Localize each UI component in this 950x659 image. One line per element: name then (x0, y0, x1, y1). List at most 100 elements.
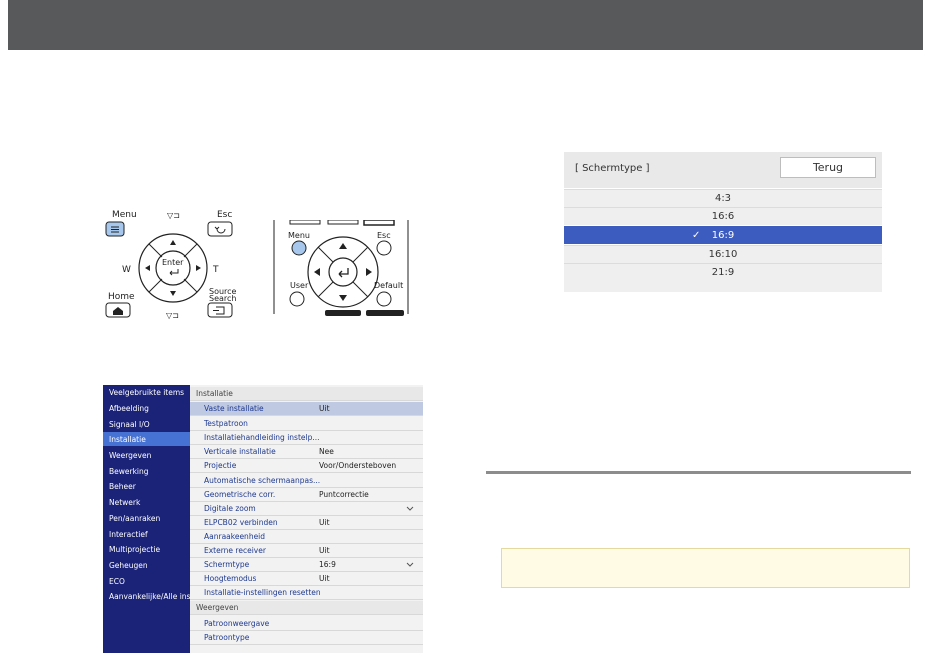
setting-row-projection[interactable]: Projectie Voor/Ondersteboven (190, 459, 423, 473)
setting-label: Verticale installatie (204, 447, 276, 456)
setting-row-reset-installation[interactable]: Installatie-instellingen resetten (190, 586, 423, 600)
setting-value: Uit (319, 518, 330, 527)
setting-value: Puntcorrectie (319, 490, 369, 499)
setting-label: Vaste installatie (204, 404, 264, 413)
remote-control-illustration: Menu Esc ▽⊐ Enter W T Home Source Search… (105, 210, 237, 320)
setting-value: Voor/Ondersteboven (319, 461, 397, 470)
menu-category-image[interactable]: Afbeelding (109, 404, 149, 413)
setting-value: Uit (319, 574, 330, 583)
screen-type-dialog: [ Schermtype ] Terug 4:3 16:6 ✓ 16:9 16:1… (564, 152, 882, 292)
menu-category-frequently-used[interactable]: Veelgebruikte items (109, 388, 184, 397)
setting-label: Aanraakeenheid (204, 532, 266, 541)
dialog-title: [ Schermtype ] (575, 163, 650, 174)
remote-esc-label: Esc (217, 210, 232, 220)
zoom-t-label: T (212, 265, 219, 275)
page-header-bar (8, 0, 923, 50)
menu-category-installation[interactable]: Installatie (109, 435, 146, 444)
menu-category-initial-all-settings[interactable]: Aanvankelijke/Alle inst... (109, 592, 201, 601)
source-label-2: Search (209, 294, 236, 303)
screen-type-option-16-9[interactable]: ✓ 16:9 (564, 226, 882, 244)
section-title: Installatie (196, 389, 233, 398)
setting-label: ELPCB02 verbinden (204, 518, 278, 527)
setting-value: 16:9 (319, 560, 336, 569)
menu-category-management[interactable]: Beheer (109, 482, 136, 491)
setting-label: Testpatroon (204, 419, 248, 428)
screen-type-option-21-9[interactable]: 21:9 (564, 263, 882, 281)
menu-category-network[interactable]: Netwerk (109, 498, 140, 507)
remote2-default-label: Default (374, 281, 403, 290)
section-divider (486, 471, 911, 474)
keystone-down-icon: ▽⊐ (166, 311, 179, 320)
menu-category-list: Veelgebruikte items Afbeelding Signaal I… (103, 385, 201, 653)
option-label: 16:9 (711, 230, 735, 241)
setting-row-cutoff[interactable] (190, 645, 423, 653)
screen-type-option-16-6[interactable]: 16:6 (564, 207, 882, 225)
menu-category-display[interactable]: Weergeven (109, 451, 151, 460)
setting-row-pattern-display[interactable]: Patroonweergave (190, 617, 423, 631)
option-label: 21:9 (711, 267, 735, 278)
setting-label: Installatie-instellingen resetten (204, 588, 321, 597)
remote2-default-button (376, 291, 392, 307)
setting-row-installation-guide[interactable]: Installatiehandleiding instelp... (190, 431, 423, 445)
setting-label: Externe receiver (204, 546, 266, 555)
setting-row-screen-type[interactable]: Schermtype 16:9 (190, 558, 423, 572)
source-search-button (207, 302, 233, 318)
remote2-user-label: User (290, 281, 309, 290)
note-box (501, 548, 910, 588)
screen-type-option-16-10[interactable]: 16:10 (564, 245, 882, 263)
remote2-menu-button (291, 240, 307, 256)
menu-category-operation[interactable]: Bewerking (109, 467, 149, 476)
dialog-header: [ Schermtype ] Terug (564, 152, 882, 188)
remote2-enter-button (328, 257, 358, 287)
setting-row-auto-screen-fit[interactable]: Automatische schermaanpas... (190, 474, 423, 488)
setting-row-pattern-type[interactable]: Patroontype (190, 631, 423, 645)
setting-label: Installatiehandleiding instelp... (204, 433, 320, 442)
setting-row-digital-zoom[interactable]: Digitale zoom (190, 502, 423, 516)
checkmark-icon: ✓ (692, 230, 701, 241)
setting-row-geometric-correction[interactable]: Geometrische corr. Puntcorrectie (190, 488, 423, 502)
setting-row-external-receiver[interactable]: Externe receiver Uit (190, 544, 423, 558)
menu-category-eco[interactable]: ECO (109, 577, 125, 586)
home-label: Home (108, 292, 135, 302)
menu-category-interactive[interactable]: Interactief (109, 530, 148, 539)
setting-value: Uit (319, 546, 330, 555)
setting-label: Patroonweergave (204, 619, 270, 628)
section-header-display: Weergeven (190, 601, 423, 615)
setting-row-touch-unit[interactable]: Aanraakeenheid (190, 530, 423, 544)
setting-label: Geometrische corr. (204, 490, 276, 499)
remote2-esc-button (376, 240, 392, 256)
esc-button (207, 221, 233, 237)
section-header-installation: Installatie (190, 387, 423, 401)
setting-label: Automatische schermaanpas... (204, 476, 321, 485)
setting-label: Hoogtemodus (204, 574, 257, 583)
setting-row-test-pattern[interactable]: Testpatroon (190, 417, 423, 431)
enter-label: Enter (162, 258, 184, 267)
menu-settings-list: Installatie Vaste installatie Uit Testpat… (190, 385, 423, 653)
screen-type-option-4-3[interactable]: 4:3 (564, 189, 882, 207)
keystone-up-icon: ▽⊐ (167, 211, 180, 220)
option-label: 4:3 (714, 193, 732, 204)
setting-row-elpcb02-connect[interactable]: ELPCB02 verbinden Uit (190, 516, 423, 530)
remote2-user-button (289, 291, 305, 307)
setting-label: Patroontype (204, 633, 250, 642)
setting-label: Projectie (204, 461, 237, 470)
remote2-menu-label: Menu (288, 231, 310, 240)
projector-settings-menu: Veelgebruikte items Afbeelding Signaal I… (103, 385, 423, 653)
setting-row-vertical-installation[interactable]: Verticale installatie Nee (190, 445, 423, 459)
dialog-footer (564, 280, 882, 292)
menu-category-multi-projection[interactable]: Multiprojectie (109, 545, 160, 554)
option-label: 16:6 (711, 211, 735, 222)
setting-row-fixed-installation[interactable]: Vaste installatie Uit (190, 402, 423, 416)
setting-row-altitude-mode[interactable]: Hoogtemodus Uit (190, 572, 423, 586)
zoom-w-label: W (122, 265, 131, 275)
menu-category-signal-io[interactable]: Signaal I/O (109, 420, 150, 429)
setting-label: Schermtype (204, 560, 250, 569)
option-label: 16:10 (708, 249, 738, 260)
setting-value: Nee (319, 447, 334, 456)
section-title: Weergeven (196, 603, 239, 612)
back-button[interactable]: Terug (780, 157, 876, 178)
menu-category-memory[interactable]: Geheugen (109, 561, 148, 570)
menu-category-pen-touch[interactable]: Pen/aanraken (109, 514, 160, 523)
remote-menu-label: Menu (112, 210, 137, 220)
setting-label: Digitale zoom (204, 504, 256, 513)
